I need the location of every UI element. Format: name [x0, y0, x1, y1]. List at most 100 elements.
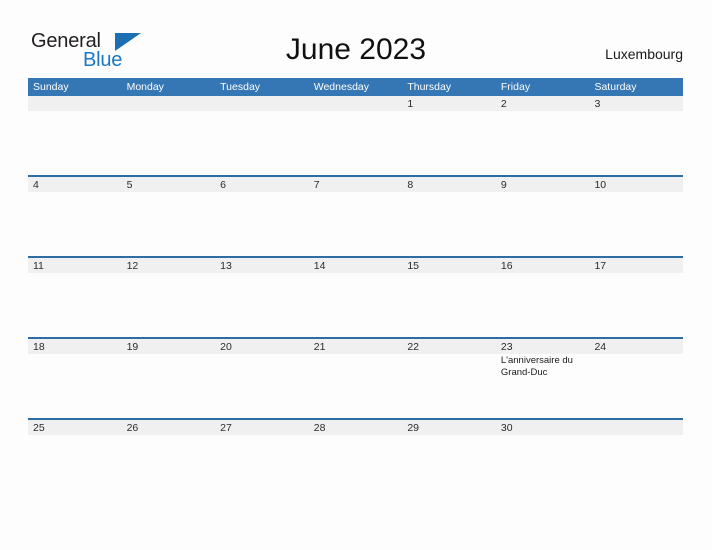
region-label: Luxembourg — [605, 46, 683, 62]
calendar-day-cell[interactable]: 2 — [495, 96, 590, 175]
day-number-band — [308, 96, 403, 111]
day-number: 14 — [313, 260, 326, 272]
calendar-day-cell[interactable] — [589, 420, 684, 499]
calendar-day-cell[interactable]: 11 — [28, 258, 122, 337]
calendar-day-cell[interactable]: 7 — [308, 177, 403, 256]
calendar-day-cell[interactable]: 8 — [402, 177, 496, 256]
page-header: General Blue June 2023 Luxembourg — [0, 0, 712, 78]
day-number: 5 — [126, 179, 133, 191]
calendar-day-cell[interactable] — [308, 96, 403, 175]
day-number-band — [589, 420, 684, 435]
day-number-band — [28, 177, 122, 192]
calendar-day-cell[interactable]: 15 — [402, 258, 496, 337]
calendar-day-cell[interactable]: 17 — [589, 258, 684, 337]
dow-friday: Friday — [500, 81, 531, 93]
calendar-day-cell[interactable]: 18 — [28, 339, 122, 418]
calendar-day-cell[interactable]: 14 — [308, 258, 403, 337]
day-number: 30 — [500, 422, 513, 434]
day-number: 1 — [407, 98, 414, 110]
day-number: 29 — [407, 422, 419, 434]
calendar-day-cell[interactable] — [215, 96, 309, 175]
calendar-grid: Sunday Monday Tuesday Wednesday Thursday… — [28, 78, 684, 499]
day-number-band — [215, 177, 309, 192]
calendar-day-cell[interactable]: 30 — [495, 420, 590, 499]
day-number: 21 — [313, 341, 326, 353]
day-number-band — [121, 96, 216, 111]
calendar-week-cells: 25 26 27 28 29 30 — [28, 420, 684, 499]
calendar-day-cell[interactable]: 12 — [121, 258, 216, 337]
day-number: 8 — [407, 179, 414, 191]
calendar-week-cells: 1 2 3 — [28, 96, 684, 175]
calendar-day-cell[interactable]: 26 — [121, 420, 216, 499]
calendar-week-row: 4 5 6 7 8 9 10 — [28, 175, 684, 256]
calendar-week-row: 18 19 20 21 22 23 L'anniversaire du Grand-Duc 2… — [28, 337, 684, 418]
day-number: 12 — [126, 260, 139, 272]
day-number: 27 — [220, 422, 232, 434]
day-number: 18 — [33, 341, 45, 353]
calendar-week-cells: 18 19 20 21 22 23 L'anniversaire du Grand-Duc 2… — [28, 339, 684, 418]
day-number-band — [28, 96, 122, 111]
day-number: 13 — [220, 260, 232, 272]
calendar-day-cell[interactable]: 4 — [28, 177, 122, 256]
day-number: 16 — [500, 260, 513, 272]
day-number-band — [215, 96, 309, 111]
day-number: 17 — [594, 260, 607, 272]
calendar-week-cells: 11 12 13 14 15 16 17 — [28, 258, 684, 337]
day-number: 3 — [594, 98, 601, 110]
calendar-day-cell[interactable]: 1 — [402, 96, 496, 175]
holiday-event: L'anniversaire du Grand-Duc — [500, 355, 573, 378]
day-number-band — [308, 177, 403, 192]
day-number: 15 — [407, 260, 419, 272]
day-number-band — [402, 177, 496, 192]
calendar-day-cell[interactable]: 23 L'anniversaire du Grand-Duc — [495, 339, 590, 418]
calendar-day-cell[interactable]: 20 — [215, 339, 309, 418]
calendar-week-row: 1 2 3 — [28, 96, 684, 175]
dow-thursday: Thursday — [407, 81, 452, 93]
day-number: 20 — [220, 341, 232, 353]
calendar-day-cell[interactable]: 19 — [121, 339, 216, 418]
calendar-week-row: 11 12 13 14 15 16 17 — [28, 256, 684, 337]
day-number: 22 — [407, 341, 419, 353]
day-number: 6 — [220, 179, 226, 191]
dow-sunday: Sunday — [33, 81, 69, 93]
calendar-day-cell[interactable]: 13 — [215, 258, 309, 337]
dow-saturday: Saturday — [594, 81, 637, 93]
dow-tuesday: Tuesday — [220, 81, 261, 93]
day-number: 10 — [594, 179, 607, 191]
calendar-weeks: 1 2 3 4 5 6 7 8 9 10 11 12 13 14 15 16 17 18 19 20 21 22 23 L'a… — [28, 96, 684, 499]
day-number-band — [589, 96, 684, 111]
calendar-day-cell[interactable]: 3 — [589, 96, 684, 175]
day-number-band — [402, 96, 496, 111]
dow-wednesday: Wednesday — [313, 81, 369, 93]
day-number: 24 — [594, 341, 607, 353]
calendar-day-cell[interactable]: 25 — [28, 420, 122, 499]
calendar-day-cell[interactable] — [121, 96, 216, 175]
day-number: 25 — [33, 422, 45, 434]
day-number: 9 — [500, 179, 507, 191]
calendar-page: General Blue June 2023 Luxembourg Sunday… — [0, 0, 712, 550]
day-number: 28 — [313, 422, 326, 434]
calendar-day-cell[interactable]: 16 — [495, 258, 590, 337]
calendar-week-row: 25 26 27 28 29 30 — [28, 418, 684, 499]
day-number: 23 — [500, 341, 513, 353]
calendar-day-cell[interactable]: 28 — [308, 420, 403, 499]
calendar-day-cell[interactable]: 27 — [215, 420, 309, 499]
day-number: 11 — [33, 260, 44, 272]
calendar-day-cell[interactable]: 29 — [402, 420, 496, 499]
calendar-day-cell[interactable]: 24 — [589, 339, 684, 418]
calendar-day-cell[interactable]: 10 — [589, 177, 684, 256]
calendar-day-cell[interactable]: 5 — [121, 177, 216, 256]
calendar-week-cells: 4 5 6 7 8 9 10 — [28, 177, 684, 256]
day-number-band — [495, 177, 590, 192]
day-of-week-header-row: Sunday Monday Tuesday Wednesday Thursday… — [28, 78, 683, 96]
calendar-day-cell[interactable]: 6 — [215, 177, 309, 256]
calendar-day-cell[interactable]: 21 — [308, 339, 403, 418]
calendar-day-cell[interactable]: 22 — [402, 339, 496, 418]
day-number-band — [495, 96, 590, 111]
day-number: 4 — [33, 179, 39, 191]
calendar-day-cell[interactable] — [28, 96, 122, 175]
day-number: 2 — [500, 98, 507, 110]
calendar-day-cell[interactable]: 9 — [495, 177, 590, 256]
day-events: L'anniversaire du Grand-Duc — [501, 355, 587, 379]
day-number: 7 — [313, 179, 320, 191]
